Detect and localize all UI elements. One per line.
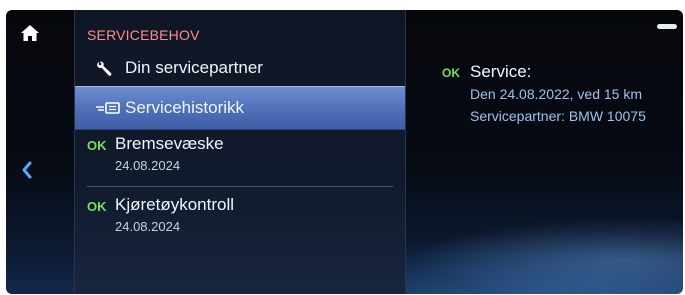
idrive-screen: SERVICEBEHOV Din servicepartner Serviceh…	[6, 10, 683, 294]
service-partner-text: Servicepartner: BMW 10075	[470, 108, 646, 124]
menu-item-label: Din servicepartner	[125, 58, 263, 77]
menu-item-service-history[interactable]: Servicehistorikk	[75, 86, 405, 130]
ok-status-badge: OK	[87, 199, 107, 214]
service-history-icon	[95, 101, 121, 115]
menu-item-date: 24.08.2024	[115, 158, 181, 173]
menu-item-label: Bremsevæske	[115, 134, 224, 153]
service-menu-panel: SERVICEBEHOV Din servicepartner Serviceh…	[74, 10, 406, 294]
detail-title: Service:	[470, 62, 532, 81]
wrench-icon	[95, 60, 113, 78]
menu-item-label: Servicehistorikk	[125, 98, 245, 117]
menu-item-date: 24.08.2024	[115, 219, 181, 234]
menu-item-service-partner[interactable]: Din servicepartner	[75, 52, 405, 88]
left-rail	[6, 10, 50, 294]
menu-item-vehicle-inspection[interactable]: OK Kjøretøykontroll 24.08.2024	[75, 190, 405, 246]
ok-status-badge: OK	[442, 66, 460, 80]
menu-item-label: Kjøretøykontroll	[115, 195, 235, 214]
ok-status-badge: OK	[87, 138, 107, 153]
service-date-text: Den 24.08.2022, ved 15 km	[470, 86, 643, 102]
chevron-left-icon[interactable]	[20, 160, 34, 180]
section-title: SERVICEBEHOV	[87, 27, 200, 43]
minimize-handle[interactable]	[657, 24, 677, 29]
menu-item-brake-fluid[interactable]: OK Bremsevæske 24.08.2024	[87, 130, 393, 187]
home-icon[interactable]	[20, 24, 40, 42]
